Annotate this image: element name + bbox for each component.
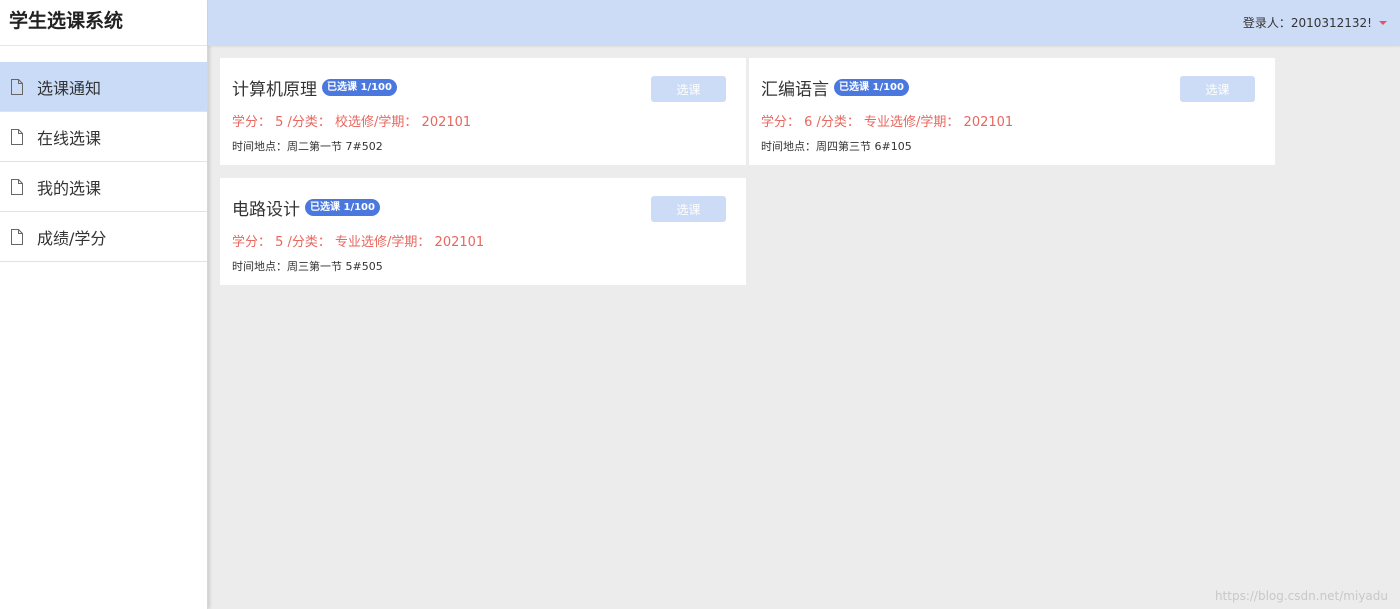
document-icon [10, 78, 24, 95]
course-info: 学分： 5 /分类： 校选修/学期： 202101 [232, 115, 472, 130]
top-header: 登录人：2010312132! [208, 0, 1400, 46]
course-name: 汇编语言 [761, 80, 829, 100]
document-icon [10, 178, 24, 195]
course-info: 学分： 5 /分类： 专业选修/学期： 202101 [232, 235, 485, 250]
course-card: 电路设计 已选课 1/100 选课 学分： 5 /分类： 专业选修/学期： 20… [220, 178, 746, 285]
sidebar: 学生选课系统 选课通知 在线选课 我的选课 成绩/学分 [0, 0, 208, 609]
select-course-button[interactable]: 选课 [651, 196, 726, 222]
course-info: 学分： 6 /分类： 专业选修/学期： 202101 [761, 115, 1014, 130]
sidebar-item-online-selection[interactable]: 在线选课 [0, 112, 207, 162]
sidebar-item-label: 选课通知 [37, 78, 102, 98]
sidebar-item-my-courses[interactable]: 我的选课 [0, 162, 207, 212]
sidebar-nav: 选课通知 在线选课 我的选课 成绩/学分 [0, 62, 207, 262]
course-time-location: 时间地点：周三第一节 5#505 [232, 260, 383, 273]
course-title-row: 汇编语言 已选课 1/100 [761, 75, 909, 100]
sidebar-item-course-notice[interactable]: 选课通知 [0, 62, 207, 112]
course-name: 电路设计 [232, 200, 300, 220]
course-title-row: 计算机原理 已选课 1/100 [232, 75, 397, 100]
course-card: 计算机原理 已选课 1/100 选课 学分： 5 /分类： 校选修/学期： 20… [220, 58, 746, 165]
course-time-location: 时间地点：周四第三节 6#105 [761, 140, 912, 153]
enrollment-badge: 已选课 1/100 [834, 79, 909, 96]
document-icon [10, 228, 24, 245]
course-title-row: 电路设计 已选课 1/100 [232, 195, 380, 220]
app-title: 学生选课系统 [0, 0, 207, 46]
watermark: https://blog.csdn.net/miyadu [1214, 589, 1388, 603]
sidebar-item-label: 我的选课 [37, 178, 102, 198]
sidebar-item-label: 在线选课 [37, 128, 102, 148]
select-course-button[interactable]: 选课 [1180, 76, 1255, 102]
document-icon [10, 128, 24, 145]
sidebar-item-grades-credits[interactable]: 成绩/学分 [0, 212, 207, 262]
enrollment-badge: 已选课 1/100 [305, 199, 380, 216]
course-card: 汇编语言 已选课 1/100 选课 学分： 6 /分类： 专业选修/学期： 20… [749, 58, 1275, 165]
caret-down-icon [1379, 21, 1387, 25]
sidebar-item-label: 成绩/学分 [37, 228, 107, 248]
enrollment-badge: 已选课 1/100 [322, 79, 397, 96]
user-menu[interactable]: 登录人：2010312132! [1243, 14, 1387, 31]
course-time-location: 时间地点：周二第一节 7#502 [232, 140, 383, 153]
user-label: 登录人：2010312132! [1242, 16, 1372, 30]
select-course-button[interactable]: 选课 [651, 76, 726, 102]
course-name: 计算机原理 [232, 80, 317, 100]
